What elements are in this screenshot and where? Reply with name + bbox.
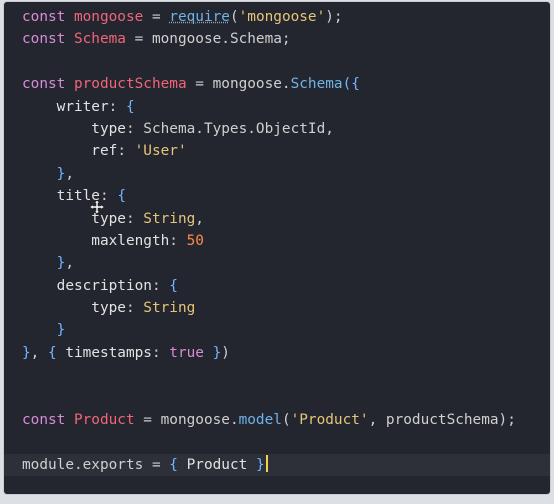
code-token: {	[169, 456, 187, 473]
code-token: }	[255, 456, 265, 473]
code-token: module.exports =	[22, 456, 170, 473]
code-token: :	[151, 277, 170, 294]
code-token: }	[22, 322, 66, 339]
code-token: ,	[195, 210, 204, 227]
code-editor[interactable]: const mongoose = require('mongoose'); con…	[4, 2, 550, 494]
code-line[interactable]	[22, 431, 550, 453]
code-line[interactable]	[22, 51, 550, 73]
code-line[interactable]: module.exports = { Product }	[4, 453, 550, 477]
code-token: = mongoose.	[186, 76, 291, 93]
code-line[interactable]: writer: {	[22, 96, 550, 118]
code-token: const	[22, 412, 74, 429]
code-line[interactable]: const Product = mongoose.model('Product'…	[22, 409, 550, 431]
code-token: }	[22, 255, 66, 272]
code-line[interactable]: }, { timestamps: true })	[22, 342, 550, 364]
code-token: const	[22, 9, 74, 25]
code-token: mongoose	[73, 9, 144, 25]
code-token: writer	[22, 98, 109, 115]
code-token: Schema;	[229, 31, 291, 48]
code-token: maxlength	[22, 232, 170, 249]
code-token: }	[22, 165, 66, 182]
code-token: String	[143, 300, 196, 317]
code-line[interactable]: type: String	[22, 297, 550, 319]
code-token: :	[125, 210, 144, 227]
code-token: ,	[30, 344, 48, 361]
code-token: =	[143, 9, 170, 25]
code-token: 'User'	[134, 143, 187, 160]
code-token: :	[108, 98, 126, 115]
code-line[interactable]: ref: 'User'	[22, 140, 550, 162]
code-line[interactable]: },	[22, 252, 550, 274]
code-token: ,	[65, 165, 74, 182]
code-token: String	[143, 210, 196, 227]
code-line[interactable]: description: {	[22, 275, 550, 297]
code-token: description	[22, 277, 152, 294]
code-token: ({	[342, 76, 360, 93]
code-token: true	[169, 344, 204, 361]
code-token: (	[229, 9, 239, 25]
code-token: 'mongoose'	[238, 9, 326, 25]
code-token: );	[325, 9, 343, 25]
code-token: = mongoose.	[125, 31, 230, 48]
code-token: Product	[73, 412, 135, 429]
move-cursor-icon	[90, 200, 104, 214]
code-token: }	[22, 344, 31, 361]
code-token: ,	[65, 255, 74, 272]
code-token: : Schema.Types.ObjectId,	[125, 120, 334, 137]
code-token: {	[169, 277, 178, 294]
code-token: Schema	[290, 76, 343, 93]
code-line[interactable]: },	[22, 163, 550, 185]
code-token: :	[151, 344, 170, 361]
code-token: }	[203, 344, 222, 361]
code-token: type	[22, 300, 126, 317]
code-line[interactable]: type: Schema.Types.ObjectId,	[22, 118, 550, 140]
code-token: 50	[186, 232, 204, 249]
code-token: Product	[186, 456, 256, 473]
code-area[interactable]: const mongoose = require('mongoose'); con…	[4, 6, 550, 477]
code-line[interactable]: const mongoose = require('mongoose');	[22, 6, 550, 28]
code-token: {	[117, 188, 126, 205]
code-line[interactable]: const Schema = mongoose.Schema;	[22, 28, 550, 50]
code-token: , productSchema);	[368, 412, 516, 429]
code-line[interactable]	[22, 387, 550, 409]
code-token: {	[125, 98, 135, 115]
code-line[interactable]: }	[22, 319, 550, 341]
code-token: timestamps	[65, 344, 152, 361]
code-token: require	[169, 9, 230, 25]
text-caret	[265, 454, 268, 472]
code-token: type	[22, 120, 126, 137]
code-token: )	[221, 344, 230, 361]
code-token: :	[125, 300, 144, 317]
code-token: title	[22, 188, 100, 205]
code-line[interactable]: const productSchema = mongoose.Schema({	[22, 73, 550, 95]
code-token: (	[281, 412, 291, 429]
code-token: 'Product'	[290, 412, 369, 429]
code-token: ref	[22, 143, 118, 160]
code-token: const	[22, 76, 74, 93]
code-token: const	[22, 31, 74, 48]
code-token: = mongoose.	[134, 412, 239, 429]
code-token: Schema	[73, 31, 126, 48]
code-line[interactable]	[22, 364, 550, 386]
code-token: :	[117, 143, 135, 160]
code-line[interactable]: maxlength: 50	[22, 230, 550, 252]
code-token: productSchema	[73, 76, 187, 93]
code-token: :	[169, 232, 187, 249]
code-token: type	[22, 210, 126, 227]
code-token: model	[238, 412, 282, 429]
code-token: {	[48, 344, 66, 361]
